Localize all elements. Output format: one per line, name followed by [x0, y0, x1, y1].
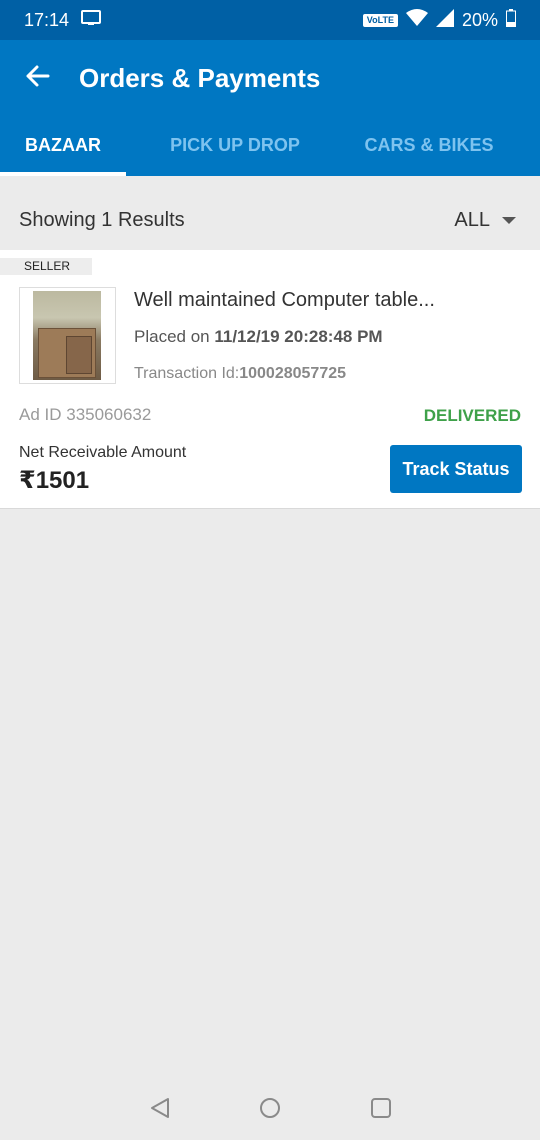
tab-bar: BAZAAR PICK UP DROP OFF CARS & BIKES: [0, 126, 540, 193]
tab-label: CARS & BIKES: [364, 135, 494, 155]
placed-label: Placed on: [134, 327, 215, 346]
system-nav-bar: [0, 1074, 540, 1140]
ad-id: Ad ID 335060632: [19, 405, 152, 424]
filter-selected-value: ALL: [454, 209, 490, 231]
txn-value: 100028057725: [239, 365, 347, 382]
filter-row: Showing 1 Results ALL: [0, 176, 540, 250]
dropdown-arrow-icon: [502, 216, 516, 224]
txn-label: Transaction Id:: [134, 365, 240, 382]
recents-nav-icon[interactable]: [369, 1096, 393, 1120]
back-arrow-icon[interactable]: [24, 62, 52, 90]
battery-percent: 20%: [461, 9, 498, 30]
home-nav-icon[interactable]: [258, 1096, 282, 1120]
app-bar: Orders & Payments BAZAAR PICK UP DROP OF…: [0, 40, 540, 193]
wifi-icon: [405, 8, 428, 32]
track-status-button[interactable]: Track Status: [390, 445, 522, 493]
order-title: Well maintained Computer table...: [134, 289, 435, 311]
desk-drawer-shape: [66, 336, 92, 374]
signal-icon: [435, 8, 454, 32]
net-amount-label: Net Receivable Amount: [19, 444, 187, 461]
tab-pick-up-drop-off[interactable]: PICK UP DROP OFF: [150, 126, 320, 193]
tab-cars-bikes[interactable]: CARS & BIKES: [360, 126, 498, 176]
filter-dropdown[interactable]: ALL: [454, 208, 516, 232]
cast-icon: [81, 9, 102, 31]
page-title: Orders & Payments: [79, 63, 321, 93]
product-thumbnail: [19, 287, 116, 384]
order-card[interactable]: SELLER Well maintained Computer table...…: [0, 250, 540, 509]
seller-badge: SELLER: [0, 258, 92, 275]
tab-bazaar[interactable]: BAZAAR: [0, 126, 126, 176]
back-nav-icon[interactable]: [148, 1096, 172, 1120]
placed-value: 11/12/19 20:28:48 PM: [214, 327, 383, 346]
status-time: 17:14: [24, 9, 70, 30]
order-placed-date: Placed on 11/12/19 20:28:48 PM: [134, 326, 383, 348]
status-bar: 17:14 VoLTE 20%: [0, 0, 540, 40]
transaction-id: Transaction Id:100028057725: [134, 364, 346, 384]
volte-badge: VoLTE: [362, 13, 398, 27]
tab-label: BAZAAR: [25, 135, 101, 155]
net-amount-value: ₹1501: [19, 467, 90, 494]
battery-icon: [506, 8, 516, 32]
results-count: Showing 1 Results: [19, 209, 185, 231]
delivery-status: DELIVERED: [423, 406, 521, 425]
